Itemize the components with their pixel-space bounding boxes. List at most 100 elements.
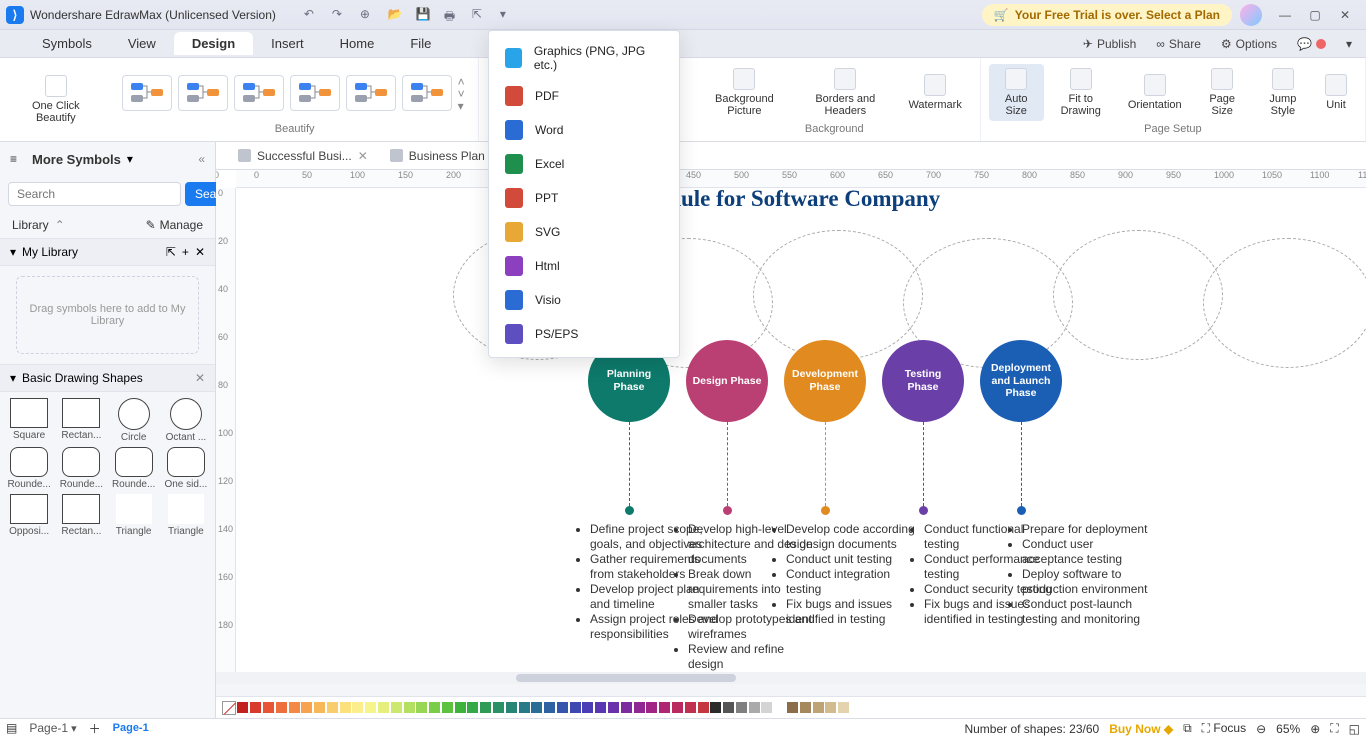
export-graphics[interactable]: Graphics (PNG, JPG etc.) (489, 37, 679, 79)
menu-file[interactable]: File (392, 32, 449, 55)
shape-9[interactable]: Rectan... (56, 494, 106, 537)
print-button[interactable]: 🖶 (444, 7, 460, 23)
color-swatch-47[interactable] (838, 702, 849, 713)
menu-design[interactable]: Design (174, 32, 253, 55)
orientation-button[interactable]: Orientation (1118, 70, 1192, 115)
phase-node-3[interactable]: Testing Phase (882, 340, 964, 422)
horizontal-scrollbar[interactable] (216, 672, 1366, 684)
color-swatch-7[interactable] (327, 702, 338, 713)
trial-banner[interactable]: 🛒Your Free Trial is over. Select a Plan (982, 4, 1232, 26)
export-visio[interactable]: Visio (489, 283, 679, 317)
symbol-search-input[interactable] (8, 182, 181, 206)
background-picture-button[interactable]: Background Picture (697, 64, 793, 121)
phase-node-2[interactable]: Development Phase (784, 340, 866, 422)
color-swatch-6[interactable] (314, 702, 325, 713)
menu-view[interactable]: View (110, 32, 174, 55)
color-swatch-45[interactable] (813, 702, 824, 713)
add-page-button[interactable]: ＋ (89, 720, 101, 737)
color-swatch-16[interactable] (442, 702, 453, 713)
menu-insert[interactable]: Insert (253, 32, 322, 55)
color-swatch-10[interactable] (365, 702, 376, 713)
library-dropzone[interactable]: Drag symbols here to add to My Library (16, 276, 199, 354)
fit-page-button[interactable]: ⛶ (1330, 721, 1338, 736)
color-swatch-3[interactable] (276, 702, 287, 713)
fit-drawing-button[interactable]: Fit to Drawing (1046, 64, 1116, 121)
color-swatch-30[interactable] (621, 702, 632, 713)
page-dropdown[interactable]: Page-1 ▾ (21, 719, 84, 737)
color-swatch-32[interactable] (646, 702, 657, 713)
library-label[interactable]: Library (12, 218, 49, 232)
lib-close-icon[interactable]: ✕ (195, 245, 205, 259)
page-list-button[interactable]: ▤ (6, 721, 17, 735)
color-swatch-44[interactable] (800, 702, 811, 713)
color-swatch-25[interactable] (557, 702, 568, 713)
notification-button[interactable]: 💬 (1289, 34, 1334, 54)
beautify-theme-0[interactable] (122, 75, 172, 111)
color-swatch-33[interactable] (659, 702, 670, 713)
collapse-panel-button[interactable]: « (198, 152, 205, 166)
color-swatch-23[interactable] (531, 702, 542, 713)
color-swatch-18[interactable] (467, 702, 478, 713)
doc-tab-0[interactable]: Successful Busi...✕ (228, 145, 378, 167)
beautify-theme-2[interactable] (234, 75, 284, 111)
redo-button[interactable]: ↷ (332, 7, 348, 23)
shape-4[interactable]: Rounde... (4, 447, 54, 490)
more-symbols-title[interactable]: More Symbols (32, 152, 121, 167)
focus-button[interactable]: ⛶ Focus (1202, 721, 1246, 736)
export-pdf[interactable]: PDF (489, 79, 679, 113)
color-swatch-40[interactable] (749, 702, 760, 713)
shape-1[interactable]: Rectan... (56, 398, 106, 443)
export-excel[interactable]: Excel (489, 147, 679, 181)
save-button[interactable]: 💾 (416, 7, 432, 23)
export-word[interactable]: Word (489, 113, 679, 147)
color-swatch-38[interactable] (723, 702, 734, 713)
export-button[interactable]: ⇱ (472, 7, 488, 23)
color-swatch-19[interactable] (480, 702, 491, 713)
color-swatch-39[interactable] (736, 702, 747, 713)
shape-0[interactable]: Square (4, 398, 54, 443)
color-swatch-29[interactable] (608, 702, 619, 713)
options-button[interactable]: ⚙ Options (1213, 34, 1285, 54)
color-swatch-43[interactable] (787, 702, 798, 713)
borders-headers-button[interactable]: Borders and Headers (794, 64, 896, 121)
share-button[interactable]: ∞ Share (1148, 34, 1209, 54)
export-html[interactable]: Html (489, 249, 679, 283)
color-swatch-5[interactable] (301, 702, 312, 713)
color-swatch-35[interactable] (685, 702, 696, 713)
color-swatch-15[interactable] (429, 702, 440, 713)
beautify-theme-3[interactable] (290, 75, 340, 111)
theme-up-icon[interactable]: ˄ (458, 75, 470, 87)
menu-chevron[interactable]: ▾ (1338, 34, 1360, 54)
basic-shapes-close-icon[interactable]: ✕ (195, 371, 205, 385)
color-swatch-31[interactable] (634, 702, 645, 713)
buy-now-button[interactable]: Buy Now ◆ (1109, 722, 1173, 736)
shape-2[interactable]: Circle (109, 398, 159, 443)
my-library-header[interactable]: My Library (22, 245, 78, 259)
color-swatch-2[interactable] (263, 702, 274, 713)
auto-size-button[interactable]: Auto Size (989, 64, 1044, 121)
page-tab[interactable]: Page-1 (105, 720, 157, 736)
shape-11[interactable]: Triangle (161, 494, 211, 537)
color-swatch-17[interactable] (455, 702, 466, 713)
lib-export-icon[interactable]: ⇱ (166, 245, 176, 259)
color-swatch-22[interactable] (519, 702, 530, 713)
manage-library-button[interactable]: ✎ Manage (146, 218, 203, 232)
shape-3[interactable]: Octant ... (161, 398, 211, 443)
doc-tab-1[interactable]: Business Plan (380, 145, 495, 167)
zoom-in-slider[interactable]: ⊕ (1310, 722, 1320, 736)
color-swatch-20[interactable] (493, 702, 504, 713)
shape-6[interactable]: Rounde... (109, 447, 159, 490)
color-swatch-4[interactable] (289, 702, 300, 713)
color-swatch-9[interactable] (352, 702, 363, 713)
publish-button[interactable]: ✈ Publish (1075, 34, 1144, 54)
zoom-out-slider[interactable]: ⊖ (1256, 722, 1266, 736)
color-swatch-42[interactable] (774, 702, 785, 713)
qat-more-button[interactable]: ▾ (500, 7, 516, 23)
beautify-theme-5[interactable] (402, 75, 452, 111)
color-swatch-13[interactable] (404, 702, 415, 713)
export-svg[interactable]: SVG (489, 215, 679, 249)
color-swatch-27[interactable] (582, 702, 593, 713)
phase-node-4[interactable]: Deployment and Launch Phase (980, 340, 1062, 422)
menu-symbols[interactable]: Symbols (24, 32, 110, 55)
lib-add-icon[interactable]: + (182, 245, 189, 259)
